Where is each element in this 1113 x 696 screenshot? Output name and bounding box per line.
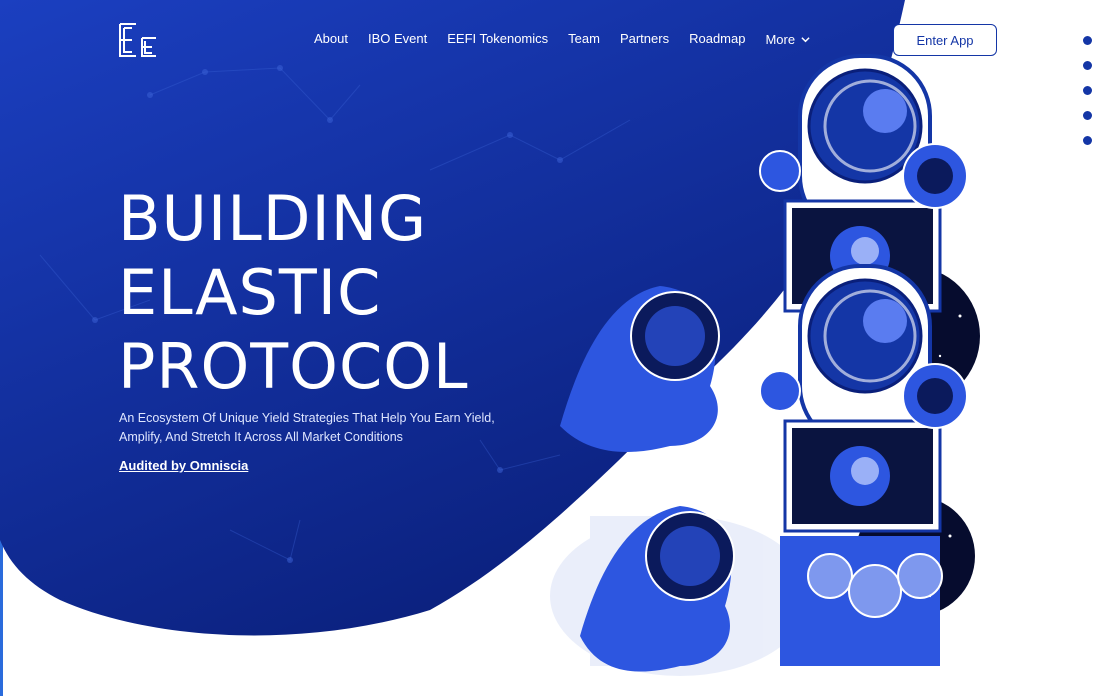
- hero-line-protocol: PROTOCOL: [118, 330, 469, 403]
- section-dot-2[interactable]: [1083, 61, 1092, 70]
- brand-logo[interactable]: [118, 22, 158, 58]
- section-dot-nav: [1083, 36, 1092, 145]
- hero-line-elastic: ELASTIC: [118, 256, 382, 329]
- section-dot-3[interactable]: [1083, 86, 1092, 95]
- hero-line-building: BUILDING: [118, 182, 428, 255]
- section-dot-1[interactable]: [1083, 36, 1092, 45]
- nav-about[interactable]: About: [314, 31, 348, 46]
- nav-ibo-event[interactable]: IBO Event: [368, 31, 427, 46]
- astronaut-illustration: [550, 54, 980, 676]
- hero-subtitle: An Ecosystem Of Unique Yield Strategies …: [119, 411, 495, 444]
- section-dot-4[interactable]: [1083, 111, 1092, 120]
- nav-eefi-tokenomics[interactable]: EEFI Tokenomics: [447, 31, 548, 46]
- audit-link[interactable]: Audited by Omniscia: [119, 458, 248, 473]
- hero-headline: BUILDING ELASTIC PROTOCOL: [118, 182, 469, 404]
- section-dot-5[interactable]: [1083, 136, 1092, 145]
